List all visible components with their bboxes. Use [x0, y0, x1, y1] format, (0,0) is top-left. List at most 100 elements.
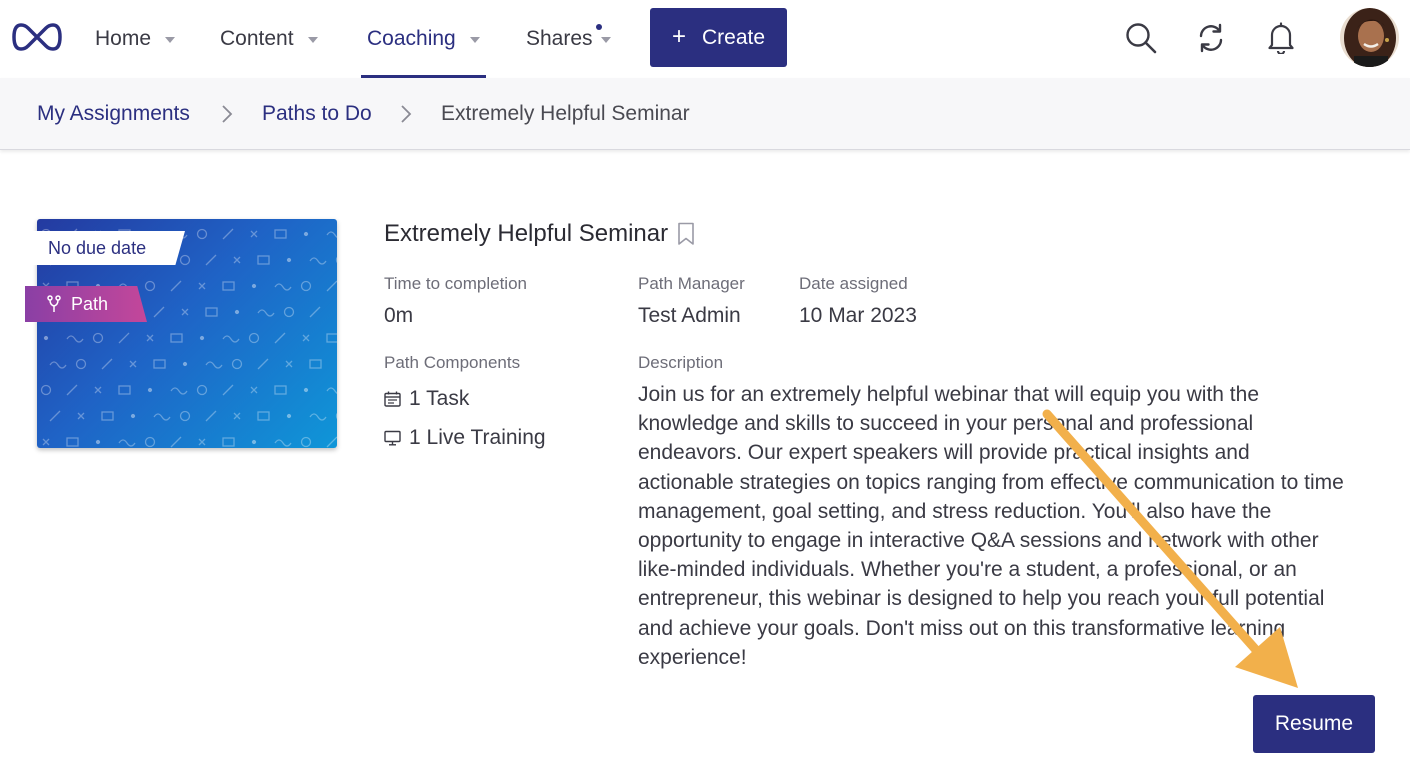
doodle-pencil [153, 306, 165, 318]
search-icon[interactable] [1121, 18, 1161, 58]
sync-icon[interactable] [1191, 18, 1231, 58]
doodle-dot [286, 413, 292, 419]
doodle-wave [257, 309, 275, 317]
path-type-label: Path [71, 293, 109, 314]
doodle-cross [77, 412, 85, 420]
doodle-circle [248, 332, 260, 344]
nav-content[interactable]: Content [220, 0, 318, 78]
doodle-wave [118, 439, 136, 447]
doodle-circle [196, 228, 208, 240]
top-nav: Home Content Coaching Shares + Create [0, 0, 1410, 78]
doodle-cross [233, 412, 241, 420]
doodle-dot [147, 387, 153, 393]
doodle-dot [251, 439, 257, 445]
chevron-right-icon [222, 105, 233, 123]
path-type-badge: Path [25, 286, 147, 322]
doodle-pencil [66, 384, 78, 396]
nav-coaching-label: Coaching [367, 27, 456, 50]
doodle-square [153, 359, 166, 369]
doodle-square [170, 333, 183, 343]
doodle-cross [250, 230, 258, 238]
doodle-wave [274, 439, 292, 447]
doodle-square [326, 333, 337, 343]
doodle-wave [326, 387, 337, 394]
doodle-cross [94, 386, 102, 394]
monitor-icon [384, 430, 401, 446]
create-button[interactable]: + Create [650, 8, 787, 67]
doodle-wave [49, 361, 67, 369]
chevron-right-icon [401, 105, 412, 123]
breadcrumb-my-assignments[interactable]: My Assignments [37, 78, 190, 150]
user-avatar[interactable] [1340, 8, 1399, 67]
chevron-down-icon [165, 37, 176, 43]
chevron-down-icon [469, 37, 480, 43]
doodle-wave [326, 231, 337, 238]
doodle-dot [234, 309, 240, 315]
path-fork-icon [47, 295, 61, 312]
doodle-wave [222, 335, 240, 343]
doodle-square [66, 437, 79, 447]
date-assigned-value: 10 Mar 2023 [799, 304, 917, 327]
component-task-label: 1 Task [409, 387, 470, 410]
doodle-square [118, 385, 131, 395]
doodle-wave [309, 413, 327, 421]
doodle-square [222, 281, 235, 291]
doodle-pencil [257, 358, 269, 370]
bell-icon[interactable] [1261, 18, 1301, 58]
doodle-dot [303, 231, 309, 237]
breadcrumb-current: Extremely Helpful Seminar [441, 102, 690, 125]
breadcrumb-paths-to-do[interactable]: Paths to Do [262, 78, 372, 150]
nav-shares-label: Shares [526, 27, 593, 50]
description-label: Description [638, 353, 724, 372]
resume-button[interactable]: Resume [1253, 695, 1375, 753]
nav-coaching[interactable]: Coaching [361, 0, 486, 78]
doodle-circle [179, 410, 191, 422]
time-to-completion-value: 0m [384, 304, 414, 327]
doodle-dot [95, 439, 101, 445]
doodle-cross [146, 334, 154, 342]
doodle-cross [198, 282, 206, 290]
doodle-cross [42, 438, 50, 446]
component-live-training-label: 1 Live Training [409, 426, 546, 449]
doodle-circle [231, 358, 243, 370]
doodle-wave [274, 283, 292, 291]
doodle-wave [66, 335, 84, 343]
doodle-pencil [205, 410, 217, 422]
doodle-cross [233, 256, 241, 264]
doodle-dot [286, 257, 292, 263]
doodle-pencil [118, 332, 130, 344]
path-manager-label: Path Manager [638, 274, 745, 293]
doodle-cross [285, 360, 293, 368]
chevron-down-icon [307, 37, 318, 43]
doodle-circle [179, 254, 191, 266]
doodle-square [101, 411, 114, 421]
doodle-square [274, 229, 287, 239]
doodle-pencil [326, 436, 337, 448]
doodle-circle [196, 384, 208, 396]
nav-home[interactable]: Home [95, 0, 176, 78]
path-manager-value: Test Admin [638, 304, 741, 327]
doodle-pencil [170, 280, 182, 292]
chevron-down-icon [600, 37, 611, 43]
breadcrumb: My Assignments Paths to Do Extremely Hel… [0, 78, 1410, 150]
doodle-circle [300, 436, 312, 448]
bookmark-icon[interactable] [677, 222, 695, 246]
doodle-square [205, 307, 218, 317]
notification-dot [596, 24, 602, 30]
component-live-training: 1 Live Training [384, 426, 546, 450]
doodle-cross [302, 334, 310, 342]
doodle-pencil [101, 358, 113, 370]
nav-shares[interactable]: Shares [526, 0, 611, 78]
date-assigned-label: Date assigned [799, 274, 908, 293]
doodle-square [257, 411, 270, 421]
doodle-dot [303, 387, 309, 393]
component-task: 1 Task [384, 387, 469, 411]
calendar-task-icon [384, 391, 401, 407]
doodle-cross [129, 360, 137, 368]
doodle-circle [335, 412, 337, 420]
doodle-wave [309, 257, 327, 265]
doodle-pencil [326, 280, 337, 292]
doodle-circle [40, 384, 52, 396]
doodle-square [257, 255, 270, 265]
infinity-logo-icon[interactable] [12, 22, 62, 52]
